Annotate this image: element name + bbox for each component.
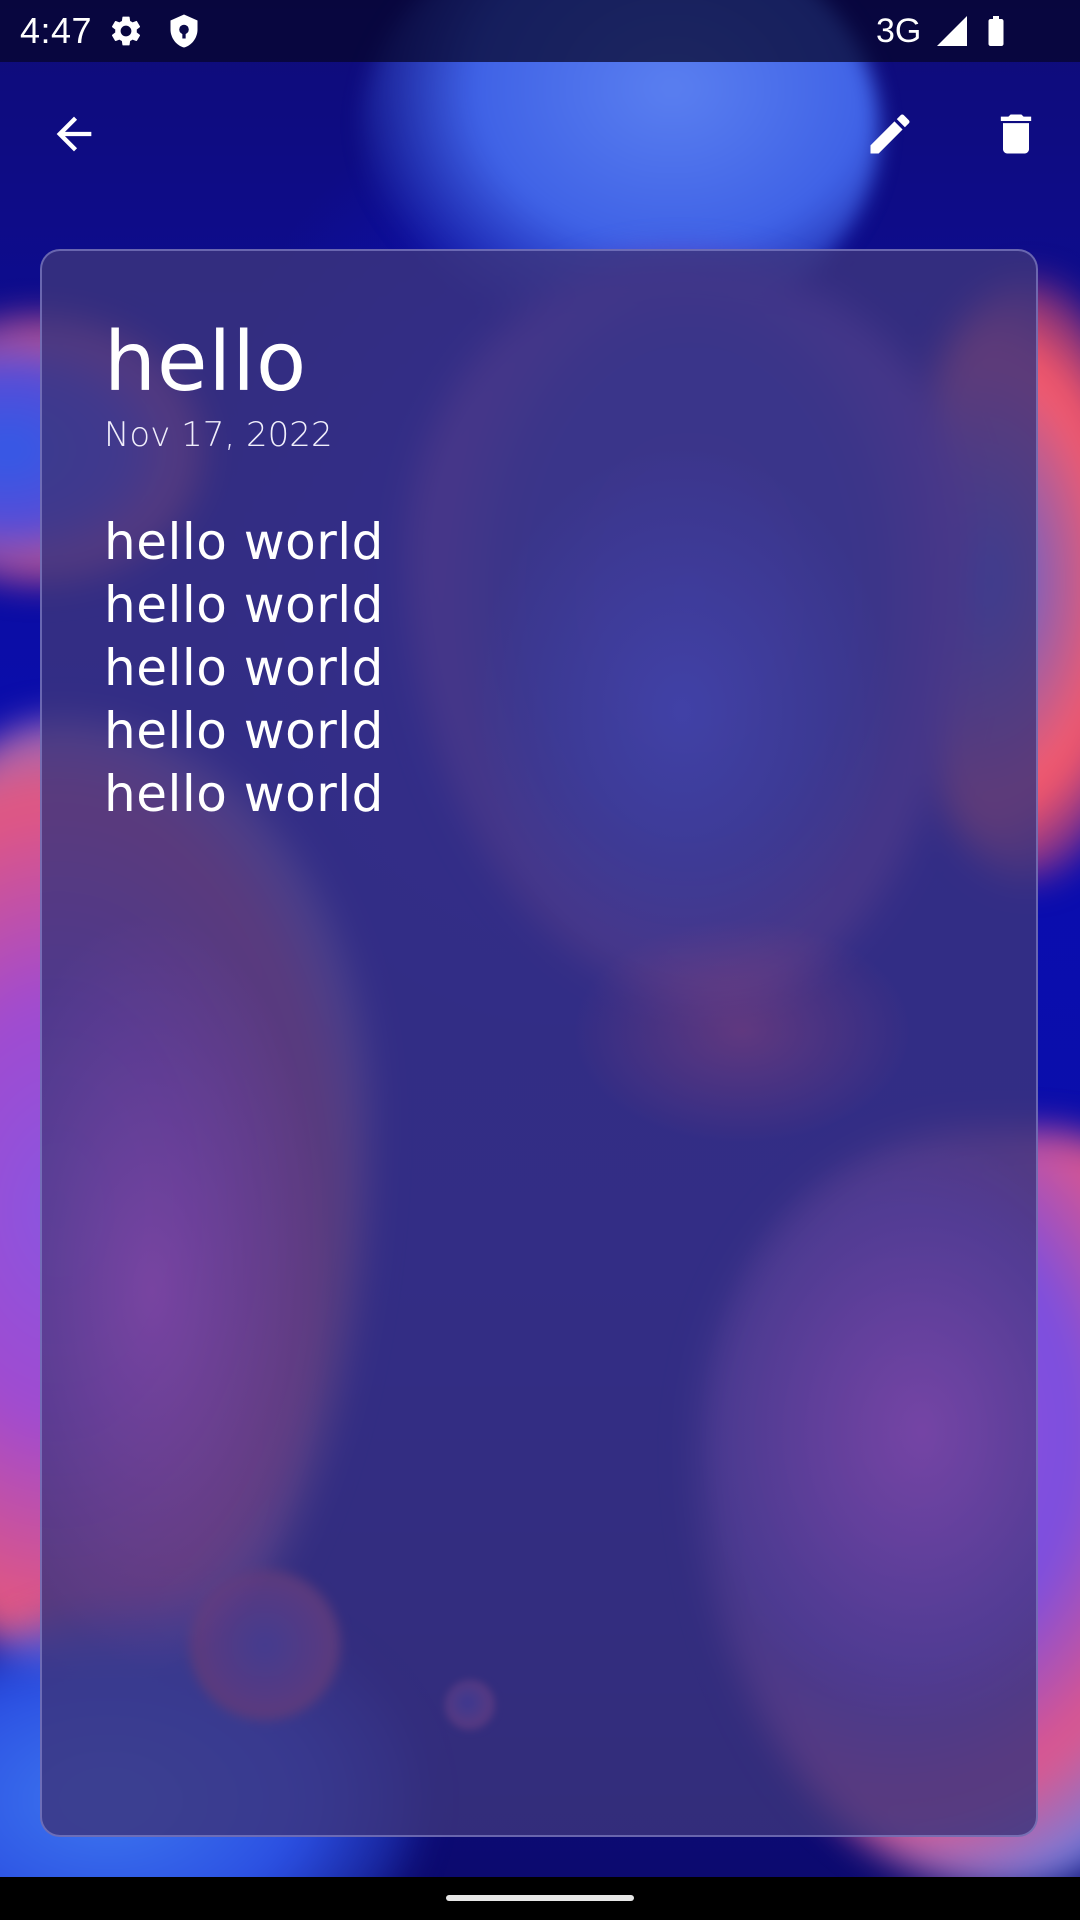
note-line: hello world bbox=[104, 513, 384, 571]
status-time: 4:47 bbox=[20, 10, 93, 51]
note-line: hello world bbox=[104, 765, 384, 823]
edit-button[interactable] bbox=[842, 88, 938, 184]
pencil-icon bbox=[864, 108, 916, 165]
shield-icon bbox=[166, 13, 202, 49]
delete-button[interactable] bbox=[968, 88, 1064, 184]
gear-icon bbox=[108, 13, 144, 49]
navigation-bar bbox=[0, 1877, 1080, 1920]
note-date: Nov 17, 2022 bbox=[104, 415, 333, 455]
note-title: hello bbox=[104, 315, 308, 410]
status-bar: 4:47 3G bbox=[0, 0, 1080, 62]
home-gesture-handle[interactable] bbox=[446, 1895, 634, 1901]
trash-icon bbox=[990, 108, 1042, 165]
battery-icon bbox=[978, 13, 1014, 49]
card-glow bbox=[42, 251, 1036, 1835]
arrow-left-icon bbox=[48, 108, 100, 165]
network-type: 3G bbox=[876, 12, 922, 50]
back-button[interactable] bbox=[26, 88, 122, 184]
note-card: hello Nov 17, 2022 hello world hello wor… bbox=[40, 249, 1038, 1837]
note-line: hello world bbox=[104, 639, 384, 697]
note-line: hello world bbox=[104, 576, 384, 634]
note-line: hello world bbox=[104, 702, 384, 760]
note-body: hello world hello world hello world hell… bbox=[104, 511, 384, 826]
signal-icon bbox=[934, 13, 970, 49]
